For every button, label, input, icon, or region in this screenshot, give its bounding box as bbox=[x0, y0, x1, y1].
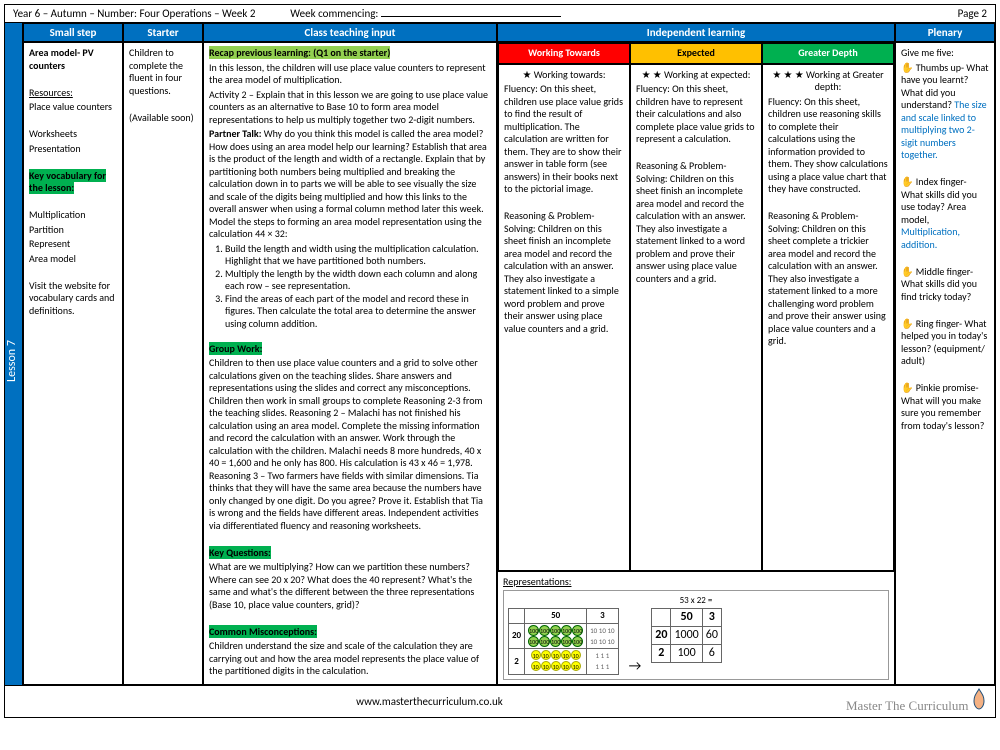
plenary-cell: Give me five: ✋ Thumbs up- What have you… bbox=[895, 42, 995, 685]
header-teaching: Class teaching input bbox=[203, 23, 497, 42]
partner-talk-label: Partner Talk: bbox=[209, 127, 261, 140]
vocab-4: Area model bbox=[29, 253, 117, 266]
grid-cell: 60 bbox=[702, 627, 721, 645]
vocab-2: Partition bbox=[29, 224, 117, 237]
rep-grids: 503 20 100100100100100100100100100100 10… bbox=[508, 608, 884, 674]
lesson-number-tab: Lesson 7 bbox=[5, 23, 23, 685]
vocab-1: Multiplication bbox=[29, 209, 117, 222]
star-icon: ★ ★ bbox=[642, 68, 662, 81]
recap-label: Recap previous learning: (Q1 on the star… bbox=[209, 46, 390, 59]
band-bodies: ★ Working towards: Fluency: On this shee… bbox=[498, 64, 894, 571]
grid-cell: 100 bbox=[671, 645, 702, 663]
content-row: Area model- PV counters Resources: Place… bbox=[23, 42, 995, 685]
teaching-intro: In this lesson, the children will use pl… bbox=[209, 62, 491, 87]
plenary-index: Index finger- What skills did you use to… bbox=[901, 175, 977, 226]
plenary-pinkie: Pinkie promise- What will you make sure … bbox=[901, 381, 984, 432]
pv-counter-grid: 503 20 100100100100100100100100100100 10… bbox=[508, 608, 619, 674]
flame-icon bbox=[971, 693, 987, 715]
step-3: Find the areas of each part of the model… bbox=[225, 293, 491, 331]
towards-title: Working towards: bbox=[534, 68, 606, 81]
teaching-activity2: Activity 2 – Explain that in this lesson… bbox=[209, 89, 491, 127]
plenary-title: Give me five: bbox=[901, 47, 989, 60]
band-body-expected: ★ ★ Working at expected: Fluency: On thi… bbox=[630, 64, 762, 571]
smallstep-cell: Area model- PV counters Resources: Place… bbox=[23, 42, 123, 685]
starter-line2: (Available soon) bbox=[129, 112, 197, 125]
greater-rps: Reasoning & Problem-Solving: Children on… bbox=[768, 210, 888, 348]
towards-rps: Reasoning & Problem-Solving: Children on… bbox=[504, 210, 624, 335]
representations-box: 53 x 22 = 503 20 10010010010010010010010… bbox=[503, 590, 889, 680]
expected-rps: Reasoning & Problem-Solving: Children on… bbox=[636, 160, 756, 285]
course-title: Year 6 – Autumn – Number: Four Operation… bbox=[13, 7, 255, 20]
greater-title: Working at Greater depth: bbox=[806, 68, 884, 94]
page-number: Page 2 bbox=[958, 7, 987, 20]
pv-number-grid: 503 20100060 21006 bbox=[651, 608, 722, 663]
misconceptions-body: Children understand the size and scale o… bbox=[209, 640, 491, 678]
header-starter: Starter bbox=[123, 23, 203, 42]
greater-fluency: Fluency: On this sheet, children use rea… bbox=[768, 96, 888, 196]
starter-cell: Children to complete the fluent in four … bbox=[123, 42, 203, 685]
header-smallstep: Small step bbox=[23, 23, 123, 42]
star-icon: ★ ★ ★ bbox=[772, 68, 803, 81]
key-questions-body: What are we multiplying? How can we part… bbox=[209, 561, 491, 611]
band-header-expected: Expected bbox=[630, 43, 762, 64]
band-body-greater: ★ ★ ★ Working at Greater depth: Fluency:… bbox=[762, 64, 894, 571]
partner-talk-body: Why do you think this model is called th… bbox=[209, 127, 487, 240]
page-header: Year 6 – Autumn – Number: Four Operation… bbox=[5, 5, 995, 23]
group-work-body: Children to then use place value counter… bbox=[209, 357, 491, 532]
independent-cell: Working Towards Expected Greater Depth ★… bbox=[497, 42, 895, 685]
lesson-number-label: Lesson 7 bbox=[5, 340, 19, 382]
week-blank-line bbox=[381, 16, 561, 17]
step-1: Build the length and width using the mul… bbox=[225, 243, 491, 268]
resources-list: Place value counters bbox=[29, 101, 117, 114]
misconceptions-label: Common Misconceptions: bbox=[209, 625, 317, 638]
week-commencing-label: Week commencing: bbox=[290, 7, 378, 20]
grid-cell: 6 bbox=[702, 645, 721, 663]
page-body: Lesson 7 Small step Starter Class teachi… bbox=[5, 23, 995, 685]
plenary-middle: Middle finger- What skills did you find … bbox=[901, 265, 977, 303]
expected-fluency: Fluency: On this sheet, children have to… bbox=[636, 83, 756, 146]
band-header-greater: Greater Depth bbox=[762, 43, 894, 64]
rep-calc: 53 x 22 = bbox=[508, 595, 884, 606]
vocab-3: Represent bbox=[29, 238, 117, 251]
smallstep-title: Area model- PV counters bbox=[29, 47, 117, 72]
page-footer: www.masterthecurriculum.co.uk Master The… bbox=[5, 685, 995, 717]
group-work-label: Group Work: bbox=[209, 342, 262, 355]
step-2: Multiply the length by the width down ea… bbox=[225, 268, 491, 293]
teaching-cell: Recap previous learning: (Q1 on the star… bbox=[203, 42, 497, 685]
towards-fluency: Fluency: On this sheet, children use pla… bbox=[504, 83, 624, 196]
band-headers: Working Towards Expected Greater Depth bbox=[498, 43, 894, 64]
plenary-index-ans: Multiplication, addition. bbox=[901, 225, 960, 251]
header-plenary: Plenary bbox=[895, 23, 995, 42]
main-grid: Small step Starter Class teaching input … bbox=[23, 23, 995, 685]
band-body-towards: ★ Working towards: Fluency: On this shee… bbox=[498, 64, 630, 571]
representations-section: Representations: 53 x 22 = 503 20 100100… bbox=[498, 571, 894, 684]
resources-label: Resources: bbox=[29, 86, 73, 99]
footer-brand: Master The Curriculum bbox=[846, 698, 969, 713]
arrow-icon: → bbox=[629, 657, 642, 675]
worksheets-label: Worksheets bbox=[29, 128, 117, 141]
lesson-plan-page: Year 6 – Autumn – Number: Four Operation… bbox=[4, 4, 996, 718]
band-header-towards: Working Towards bbox=[498, 43, 630, 64]
header-independent: Independent learning bbox=[497, 23, 895, 42]
starter-line1: Children to complete the fluent in four … bbox=[129, 47, 197, 97]
footer-url: www.masterthecurriculum.co.uk bbox=[356, 695, 503, 708]
key-questions-label: Key Questions: bbox=[209, 546, 271, 559]
teaching-steps: Build the length and width using the mul… bbox=[225, 243, 491, 331]
plenary-ring: Ring finger- What helped you in today's … bbox=[901, 317, 987, 368]
representations-label: Representations: bbox=[503, 576, 889, 589]
star-icon: ★ bbox=[522, 68, 531, 81]
expected-title: Working at expected: bbox=[664, 68, 750, 81]
grid-cell: 1000 bbox=[671, 627, 702, 645]
vocab-label: Key vocabulary for the lesson: bbox=[29, 169, 106, 195]
presentation-label: Presentation bbox=[29, 143, 117, 156]
column-headers: Small step Starter Class teaching input … bbox=[23, 23, 995, 42]
website-note: Visit the website for vocabulary cards a… bbox=[29, 280, 117, 318]
